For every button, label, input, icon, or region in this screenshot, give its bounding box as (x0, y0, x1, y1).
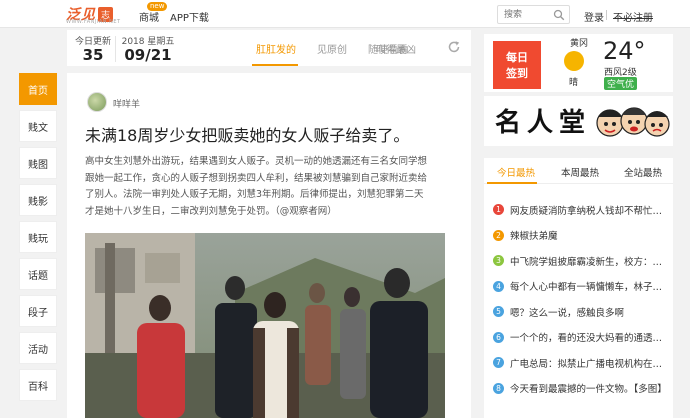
tab-all-hot[interactable]: 全站最热 (624, 165, 662, 179)
left-nav-item-wiki[interactable]: 百科 (19, 369, 57, 401)
hot-tabs: 今日最热 本周最热 全站最热 (484, 158, 673, 184)
left-nav-item-play[interactable]: 贱玩 (19, 221, 57, 253)
rank-number: 3 (493, 255, 504, 267)
hot-list-panel: 今日最热 本周最热 全站最热 1 网友质疑消防拿纳税人钱却不帮忙开... 2 辣椒扶… (484, 158, 673, 418)
active-tab-underline (487, 182, 537, 184)
article-body-line: 才是她十八岁生日，二审改判刘慧免于处罚。（@观察者网） (85, 205, 337, 217)
list-item[interactable]: 5 嗯？这么一说，感触良多啊 (493, 299, 669, 325)
search-icon[interactable] (553, 9, 565, 21)
left-nav-item-articles[interactable]: 贱文 (19, 110, 57, 142)
new-badge: new (147, 2, 168, 11)
air-quality-badge: 空气优 (604, 77, 638, 90)
list-item[interactable]: 7 广电总局：拟禁止广播电视机构在黄... (493, 350, 669, 376)
cartoon-faces-icon (596, 107, 670, 137)
login-link[interactable]: 登录 (584, 9, 604, 24)
article-title[interactable]: 未满18周岁少女把贩卖她的女人贩子给卖了。 (85, 122, 409, 146)
hall-of-fame-banner[interactable]: 名人堂 (484, 96, 673, 146)
list-item-text: 嗯？这么一说，感触良多啊 (510, 307, 625, 319)
tab-latest[interactable]: 肛肛发的 (256, 41, 296, 56)
weather-condition: 晴 (569, 78, 579, 88)
today-update-count: 35 (82, 46, 104, 64)
current-date: 2018 星期五 09/21 (119, 34, 177, 63)
left-nav-item-home[interactable]: 首页 (19, 73, 57, 105)
top-bar: 泛见 志 WWW.FANJIAN.NET 商城 new APP下载 登录 不必注… (0, 0, 690, 28)
left-nav-item-jokes[interactable]: 段子 (19, 295, 57, 327)
date-day: 09/21 (124, 46, 172, 64)
sun-icon (564, 51, 584, 71)
list-item-text: 辣椒扶弟魔 (510, 231, 558, 243)
rank-number: 1 (493, 204, 504, 216)
tab-week-hot[interactable]: 本周最热 (561, 165, 599, 179)
list-item[interactable]: 2 辣椒扶弟魔 (493, 223, 669, 249)
list-item-text: 今天看到最震撼的一件文物。【多图】 (510, 384, 667, 396)
search-box (497, 5, 570, 24)
divider (115, 36, 116, 62)
date-tab-bar: 今日更新 35 2018 星期五 09/21 肛肛发的 见原创 叫得最凶 (67, 30, 471, 66)
list-item[interactable]: 1 网友质疑消防拿纳税人钱却不帮忙开... (493, 197, 669, 223)
list-item[interactable]: 6 一个个的，看的还没大妈看的通透【... (493, 325, 669, 351)
nav-app-download-link[interactable]: APP下载 (170, 9, 209, 24)
avatar[interactable] (87, 92, 107, 112)
left-nav-item-events[interactable]: 活动 (19, 332, 57, 364)
list-item-text: 每个人心中都有一辆慵懒车，林子祥... (510, 282, 669, 294)
rank-number: 8 (493, 382, 504, 394)
author-name[interactable]: 咩咩羊 (113, 97, 140, 110)
rank-number: 7 (493, 357, 504, 369)
tab-original[interactable]: 见原创 (317, 41, 347, 56)
no-register-link[interactable]: 不必注册 (613, 9, 653, 24)
list-item-text: 中飞院学姐披靡霸凌新生，校方：立... (510, 256, 669, 268)
search-input[interactable] (498, 6, 548, 23)
refresh-icon[interactable] (447, 40, 461, 54)
weather-widget: 每日 签到 黄冈 晴 24° 西风2级 空气优 (484, 34, 673, 92)
temperature: 24° (603, 37, 646, 65)
article-body-line: 跟她一起工作，贪心的人贩子想到拐卖四人牟利，结果被刘慧骗到自己家附近卖给 (85, 172, 428, 184)
rank-number: 6 (493, 331, 504, 343)
article-body-line: 了别人。法院一审判处人贩子无期，刘慧3年刑期。后律师提出，刘慧犯罪第二天 (85, 189, 424, 200)
weather-city: 黄冈 (570, 39, 589, 49)
article-photo[interactable] (85, 233, 445, 418)
list-item[interactable]: 4 每个人心中都有一辆慵懒车，林子祥... (493, 274, 669, 300)
sign-in-label: 签到 (506, 67, 528, 80)
hot-list: 1 网友质疑消防拿纳税人钱却不帮忙开... 2 辣椒扶弟魔 3 中飞院学姐披靡霸凌新生… (493, 197, 669, 401)
sign-in-label: 每日 (506, 51, 528, 64)
daily-sign-in-button[interactable]: 每日 签到 (493, 41, 541, 89)
list-item-text: 广电总局：拟禁止广播电视机构在黄... (510, 358, 669, 370)
article-card: 咩咩羊 未满18周岁少女把贩卖她的女人贩子给卖了。 高中女生刘慧外出游玩，结果遇… (67, 73, 471, 418)
left-nav: 首页 贱文 贱图 贱影 贱玩 话题 段子 活动 百科 (19, 73, 57, 406)
tab-today-hot[interactable]: 今日最热 (497, 165, 535, 179)
list-item[interactable]: 3 中飞院学姐披靡霸凌新生，校方：立... (493, 248, 669, 274)
today-update: 今日更新 35 (73, 34, 113, 63)
rank-number: 2 (493, 229, 504, 241)
rank-number: 4 (493, 280, 504, 292)
article-photo-image (85, 233, 445, 418)
article-body-line: 高中女生刘慧外出游玩，结果遇到女人贩子。灵机一动的她透漏还有三名女同学想 (85, 156, 428, 167)
tab-random[interactable]: 随便看看 (368, 41, 408, 56)
article-body: 高中女生刘慧外出游玩，结果遇到女人贩子。灵机一动的她透漏还有三名女同学想 跟她一… (85, 154, 445, 220)
list-item-text: 网友质疑消防拿纳税人钱却不帮忙开... (510, 205, 669, 217)
left-nav-item-videos[interactable]: 贱影 (19, 184, 57, 216)
nav-mall-link[interactable]: 商城 (139, 9, 159, 24)
rank-number: 5 (493, 306, 504, 318)
divider (606, 10, 607, 20)
logo-subtitle: WWW.FANJIAN.NET (66, 19, 121, 25)
left-nav-item-topics[interactable]: 话题 (19, 258, 57, 290)
list-item-text: 一个个的，看的还没大妈看的通透【... (510, 333, 669, 345)
banner-title: 名人堂 (495, 108, 592, 138)
list-item[interactable]: 8 今天看到最震撼的一件文物。【多图】 (493, 376, 669, 402)
left-nav-item-pictures[interactable]: 贱图 (19, 147, 57, 179)
active-tab-underline (252, 64, 298, 66)
